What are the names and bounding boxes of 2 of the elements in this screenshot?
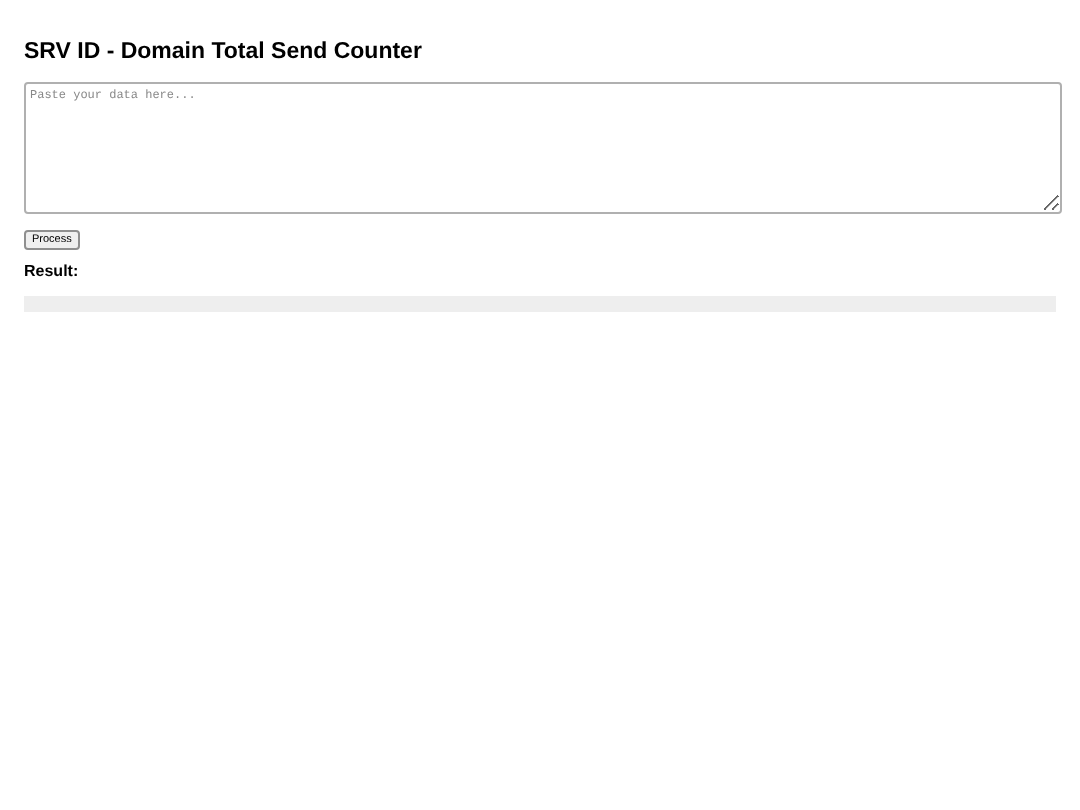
page-title: SRV ID - Domain Total Send Counter xyxy=(24,38,424,68)
result-label: Result: xyxy=(24,260,81,285)
